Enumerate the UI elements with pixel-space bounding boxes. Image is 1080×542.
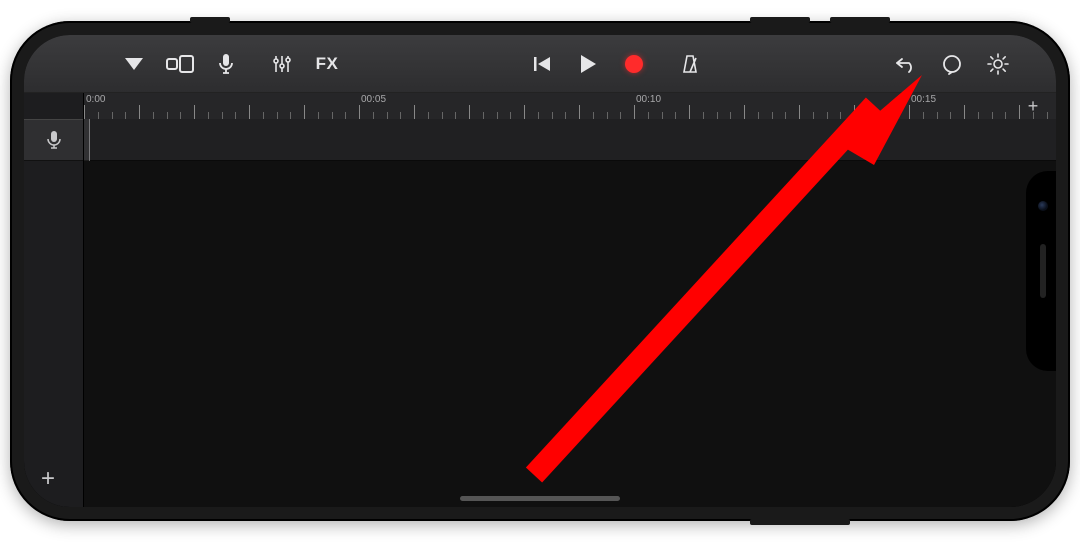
phone-frame: FX <box>10 21 1070 521</box>
volume-up-button <box>750 17 810 23</box>
track-lane[interactable] <box>84 119 1056 161</box>
time-label: 00:15 <box>911 94 936 105</box>
add-section-button[interactable]: + <box>1022 95 1044 117</box>
track-header-audio[interactable] <box>24 119 83 161</box>
add-track-button[interactable]: + <box>34 465 62 493</box>
volume-down-button <box>830 17 890 23</box>
metronome-button[interactable] <box>670 45 710 83</box>
go-to-beginning-button[interactable] <box>522 45 562 83</box>
timeline-ruler[interactable]: 0:00 00:05 00:10 00:15 <box>84 93 1056 119</box>
playhead[interactable] <box>84 119 90 161</box>
loop-button[interactable] <box>932 45 972 83</box>
device-notch <box>1026 171 1056 371</box>
track-controls-button[interactable] <box>262 45 302 83</box>
earpiece-speaker <box>1040 244 1046 298</box>
time-label: 00:05 <box>361 94 386 105</box>
app-screen: FX <box>24 35 1056 507</box>
browser-view-button[interactable] <box>160 45 200 83</box>
home-indicator[interactable] <box>460 496 620 501</box>
record-button[interactable] <box>614 45 654 83</box>
power-button <box>750 519 850 525</box>
time-label: 00:10 <box>636 94 661 105</box>
microphone-icon[interactable] <box>206 45 246 83</box>
my-songs-button[interactable] <box>114 45 154 83</box>
microphone-icon <box>47 130 61 150</box>
settings-button[interactable] <box>978 45 1018 83</box>
undo-button[interactable] <box>886 45 926 83</box>
play-button[interactable] <box>568 45 608 83</box>
track-header-panel: + <box>24 93 84 507</box>
fx-button[interactable]: FX <box>308 45 346 83</box>
front-camera <box>1038 201 1048 211</box>
tracks-canvas[interactable] <box>84 119 1056 507</box>
side-button <box>190 17 230 23</box>
time-label: 0:00 <box>86 94 105 105</box>
record-icon <box>625 55 643 73</box>
toolbar: FX <box>24 35 1056 93</box>
